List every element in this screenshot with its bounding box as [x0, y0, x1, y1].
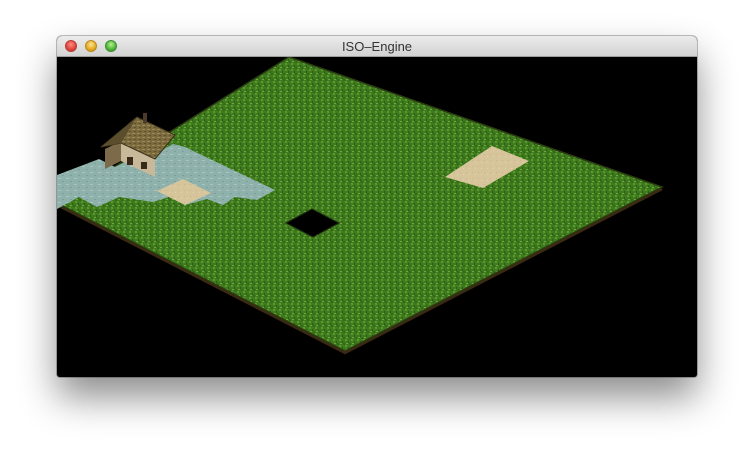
window-title: ISO–Engine — [341, 39, 413, 54]
grass-terrain[interactable] — [57, 57, 664, 352]
iso-map[interactable] — [57, 57, 697, 377]
title-bar[interactable]: ISO–Engine — [57, 36, 697, 57]
game-viewport[interactable] — [57, 57, 697, 377]
app-window: ISO–Engine — [57, 36, 697, 377]
